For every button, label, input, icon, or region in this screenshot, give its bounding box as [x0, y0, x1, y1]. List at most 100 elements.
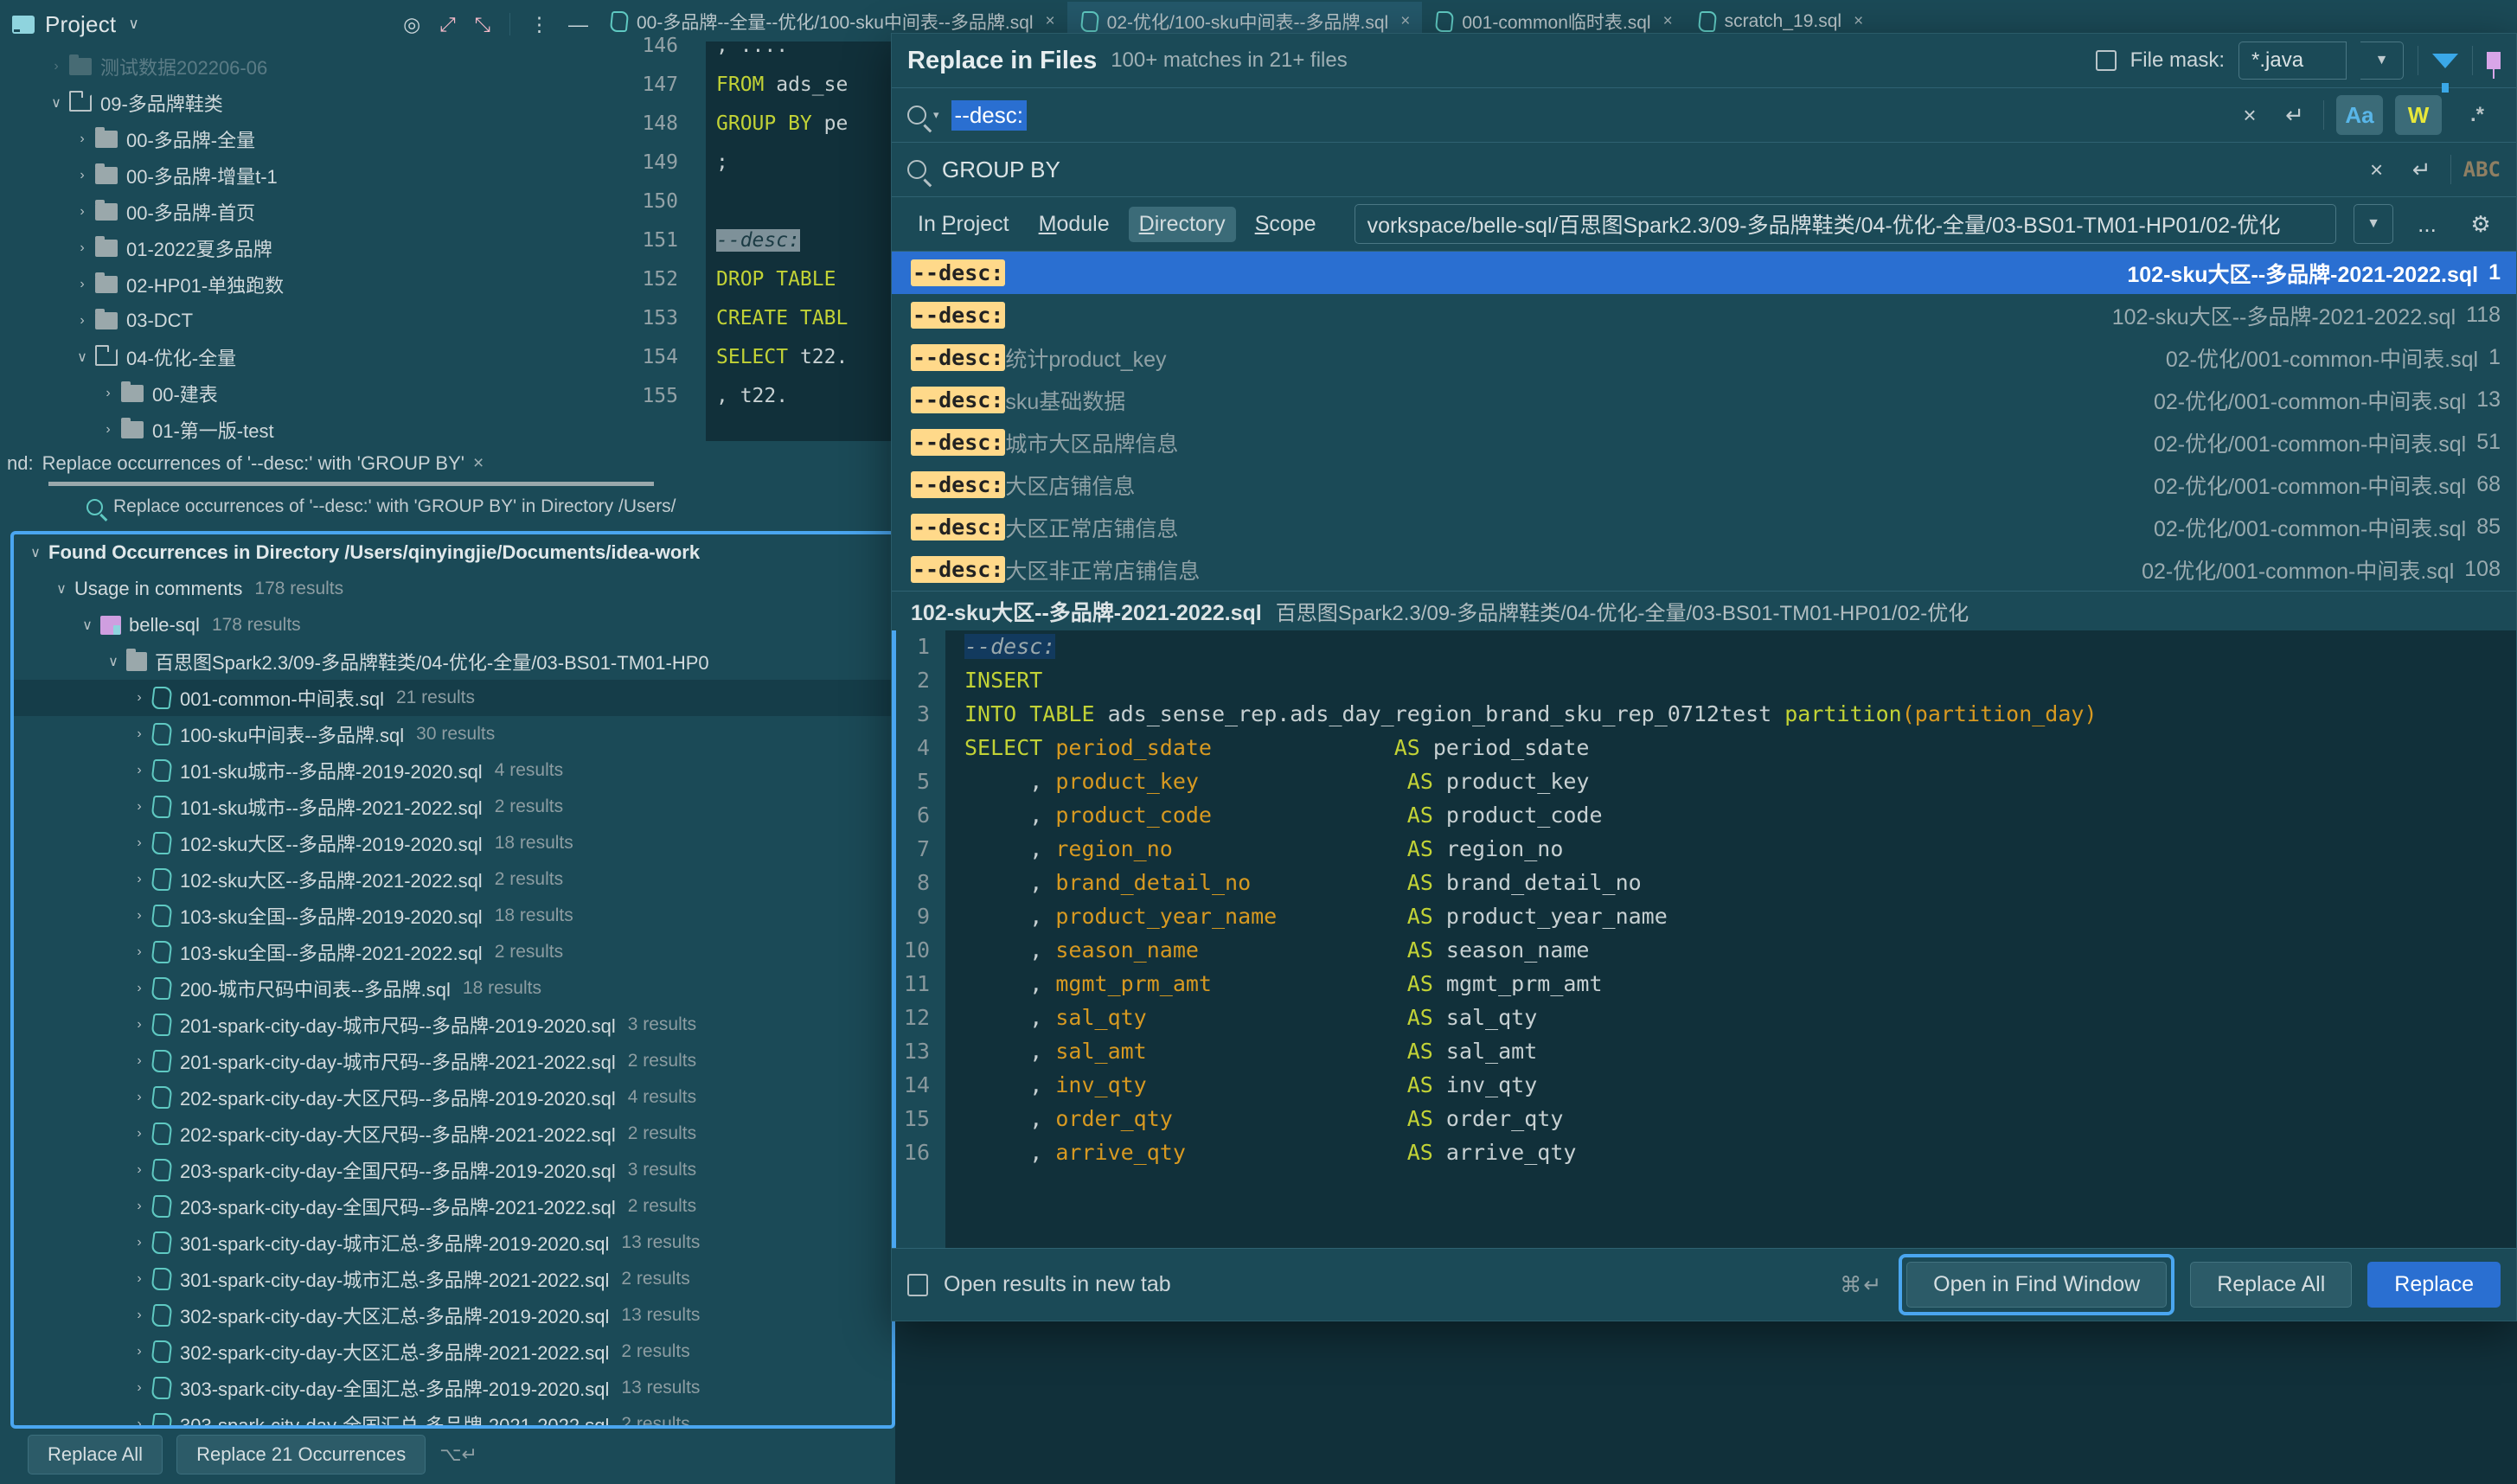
scope-directory[interactable]: Directory — [1128, 206, 1236, 242]
directory-path-input[interactable]: vorkspace/belle-sql/百思图Spark2.3/09-多品牌鞋类… — [1354, 204, 2336, 244]
find-result-row[interactable]: › 301-spark-city-day-城市汇总-多品牌-2021-2022.s… — [14, 1261, 892, 1297]
file-mask-checkbox[interactable] — [2095, 50, 2117, 71]
chevron-right-icon[interactable]: › — [126, 872, 152, 887]
find-result-row[interactable]: ∨ Usage in comments 178 results — [14, 571, 892, 607]
find-replace-all-button[interactable]: Replace All — [28, 1435, 163, 1474]
new-line-icon[interactable]: ↵ — [2278, 102, 2311, 129]
find-replace-occurrences-button[interactable]: Replace 21 Occurrences — [176, 1435, 426, 1474]
dialog-replace-button[interactable]: Replace — [2367, 1262, 2501, 1308]
browse-directory-button[interactable]: ... — [2402, 204, 2452, 244]
chevron-down-icon[interactable]: ∨ — [100, 653, 126, 670]
chevron-right-icon[interactable]: › — [126, 1199, 152, 1214]
chevron-right-icon[interactable]: › — [69, 131, 95, 147]
find-result-row[interactable]: › 001-common-中间表.sql 21 results — [14, 680, 892, 716]
find-result-row[interactable]: › 303-spark-city-day-全国汇总-多品牌-2019-2020.s… — [14, 1370, 892, 1406]
find-result-row[interactable]: › 200-城市尺码中间表--多品牌.sql 18 results — [14, 970, 892, 1007]
match-result-row[interactable]: --desc: 城市大区品牌信息 02-优化/001-common-中间表.sql 5… — [892, 421, 2516, 464]
chevron-right-icon[interactable]: › — [126, 1090, 152, 1105]
match-results-list[interactable]: --desc: 102-sku大区--多品牌-2021-2022.sql 1 --de… — [892, 252, 2516, 591]
chevron-right-icon[interactable]: › — [69, 168, 95, 183]
close-icon[interactable]: × — [1663, 12, 1673, 31]
search-input[interactable]: --desc: — [951, 99, 1027, 131]
close-icon[interactable]: × — [473, 453, 484, 474]
match-result-row[interactable]: --desc: 102-sku大区--多品牌-2021-2022.sql 1 — [892, 252, 2516, 294]
chevron-right-icon[interactable]: › — [126, 1162, 152, 1178]
new-line-icon[interactable]: ↵ — [2405, 157, 2438, 183]
find-result-row[interactable]: › 100-sku中间表--多品牌.sql 30 results — [14, 716, 892, 752]
chevron-down-icon[interactable]: ∨ — [22, 544, 48, 561]
find-result-row[interactable]: ∨ Found Occurrences in Directory /Users/q… — [14, 534, 892, 571]
chevron-right-icon[interactable]: › — [95, 386, 121, 401]
chevron-right-icon[interactable]: › — [126, 690, 152, 706]
find-results-tree[interactable]: ∨ Found Occurrences in Directory /Users/q… — [10, 531, 895, 1429]
match-case-toggle[interactable]: Aa — [2336, 95, 2383, 135]
project-tree-item[interactable]: › 03-DCT — [0, 303, 597, 339]
chevron-right-icon[interactable]: › — [95, 422, 121, 438]
preserve-case-toggle[interactable]: ABC — [2463, 157, 2501, 182]
match-result-row[interactable]: --desc: sku基础数据 02-优化/001-common-中间表.sql 13 — [892, 379, 2516, 421]
open-in-find-window-button[interactable]: Open in Find Window — [1906, 1262, 2168, 1308]
match-result-row[interactable]: --desc: 大区非正常店铺信息 02-优化/001-common-中间表.sql… — [892, 548, 2516, 591]
find-result-row[interactable]: › 101-sku城市--多品牌-2019-2020.sql 4 results — [14, 752, 892, 789]
expand-all-icon[interactable]: ⤢ — [439, 14, 455, 35]
find-result-row[interactable]: › 103-sku全国--多品牌-2021-2022.sql 2 results — [14, 934, 892, 970]
chevron-right-icon[interactable]: › — [126, 981, 152, 996]
chevron-right-icon[interactable]: › — [126, 1380, 152, 1396]
open-results-new-tab-checkbox[interactable] — [907, 1273, 928, 1296]
chevron-right-icon[interactable]: › — [126, 1271, 152, 1287]
replace-input[interactable]: GROUP BY — [938, 155, 1064, 185]
chevron-right-icon[interactable]: › — [69, 240, 95, 256]
file-mask-dropdown-icon[interactable]: ▼ — [2360, 42, 2404, 80]
match-result-row[interactable]: --desc: 大区店铺信息 02-优化/001-common-中间表.sql 68 — [892, 464, 2516, 506]
project-tree-item[interactable]: › 00-多品牌-全量 — [0, 121, 597, 157]
target-icon[interactable]: ◎ — [403, 14, 420, 35]
find-result-row[interactable]: › 101-sku城市--多品牌-2021-2022.sql 2 results — [14, 789, 892, 825]
project-tree-item[interactable]: › 测试数据202206-06 — [0, 48, 597, 85]
project-tree-item[interactable]: ∨ 09-多品牌鞋类 — [0, 85, 597, 121]
close-icon[interactable]: × — [1400, 12, 1410, 31]
project-tree-item[interactable]: › 00-多品牌-首页 — [0, 194, 597, 230]
find-result-row[interactable]: › 301-spark-city-day-城市汇总-多品牌-2019-2020.s… — [14, 1225, 892, 1261]
pin-icon[interactable] — [2487, 52, 2501, 79]
chevron-right-icon[interactable]: › — [126, 799, 152, 815]
project-tree-item[interactable]: › 00-建表 — [0, 375, 597, 412]
chevron-right-icon[interactable]: › — [126, 726, 152, 742]
chevron-down-icon[interactable]: ∨ — [74, 617, 100, 634]
match-result-row[interactable]: --desc: 102-sku大区--多品牌-2021-2022.sql 118 — [892, 294, 2516, 336]
chevron-right-icon[interactable]: › — [126, 835, 152, 851]
collapse-all-icon[interactable]: ⤡ — [475, 14, 490, 35]
find-result-row[interactable]: › 203-spark-city-day-全国尺码--多品牌-2019-2020.… — [14, 1152, 892, 1188]
directory-dropdown-icon[interactable]: ▼ — [2354, 204, 2393, 244]
project-tree-item[interactable]: ∨ 04-优化-全量 — [0, 339, 597, 375]
project-tree-item[interactable]: › 01-2022夏多品牌 — [0, 230, 597, 266]
chevron-right-icon[interactable]: › — [69, 313, 95, 329]
search-icon[interactable] — [907, 106, 926, 125]
match-result-row[interactable]: --desc: 统计product_key 02-优化/001-common-中间表… — [892, 336, 2516, 379]
find-result-row[interactable]: › 201-spark-city-day-城市尺码--多品牌-2021-2022.… — [14, 1043, 892, 1079]
chevron-right-icon[interactable]: › — [126, 1308, 152, 1323]
scope-module[interactable]: Module — [1028, 207, 1120, 242]
find-result-row[interactable]: › 303-spark-city-day-全国汇总-多品牌-2021-2022.s… — [14, 1406, 892, 1425]
find-result-row[interactable]: › 102-sku大区--多品牌-2021-2022.sql 2 results — [14, 861, 892, 898]
find-result-row[interactable]: › 302-spark-city-day-大区汇总-多品牌-2021-2022.s… — [14, 1334, 892, 1370]
close-icon[interactable]: × — [1854, 12, 1863, 31]
more-options-icon[interactable]: ⋮ — [529, 14, 549, 35]
filter-icon[interactable] — [2432, 53, 2458, 93]
regex-toggle[interactable]: .* — [2454, 95, 2501, 135]
find-result-row[interactable]: › 202-spark-city-day-大区尺码--多品牌-2019-2020.… — [14, 1079, 892, 1116]
gear-icon[interactable]: ⚙ — [2461, 211, 2501, 238]
chevron-right-icon[interactable]: › — [43, 59, 69, 74]
chevron-right-icon[interactable]: › — [126, 1053, 152, 1069]
chevron-right-icon[interactable]: › — [126, 1235, 152, 1251]
find-result-row[interactable]: › 102-sku大区--多品牌-2019-2020.sql 18 results — [14, 825, 892, 861]
scope-scope[interactable]: Scope — [1245, 207, 1327, 242]
chevron-right-icon[interactable]: › — [126, 763, 152, 778]
chevron-right-icon[interactable]: › — [69, 277, 95, 292]
chevron-right-icon[interactable]: › — [126, 908, 152, 924]
hide-panel-icon[interactable]: — — [568, 14, 588, 35]
find-result-row[interactable]: › 302-spark-city-day-大区汇总-多品牌-2019-2020.s… — [14, 1297, 892, 1334]
words-toggle[interactable]: W — [2395, 95, 2442, 135]
match-result-row[interactable]: --desc: 大区正常店铺信息 02-优化/001-common-中间表.sql 8… — [892, 506, 2516, 548]
chevron-down-icon[interactable]: ∨ — [69, 349, 95, 366]
chevron-right-icon[interactable]: › — [126, 944, 152, 960]
